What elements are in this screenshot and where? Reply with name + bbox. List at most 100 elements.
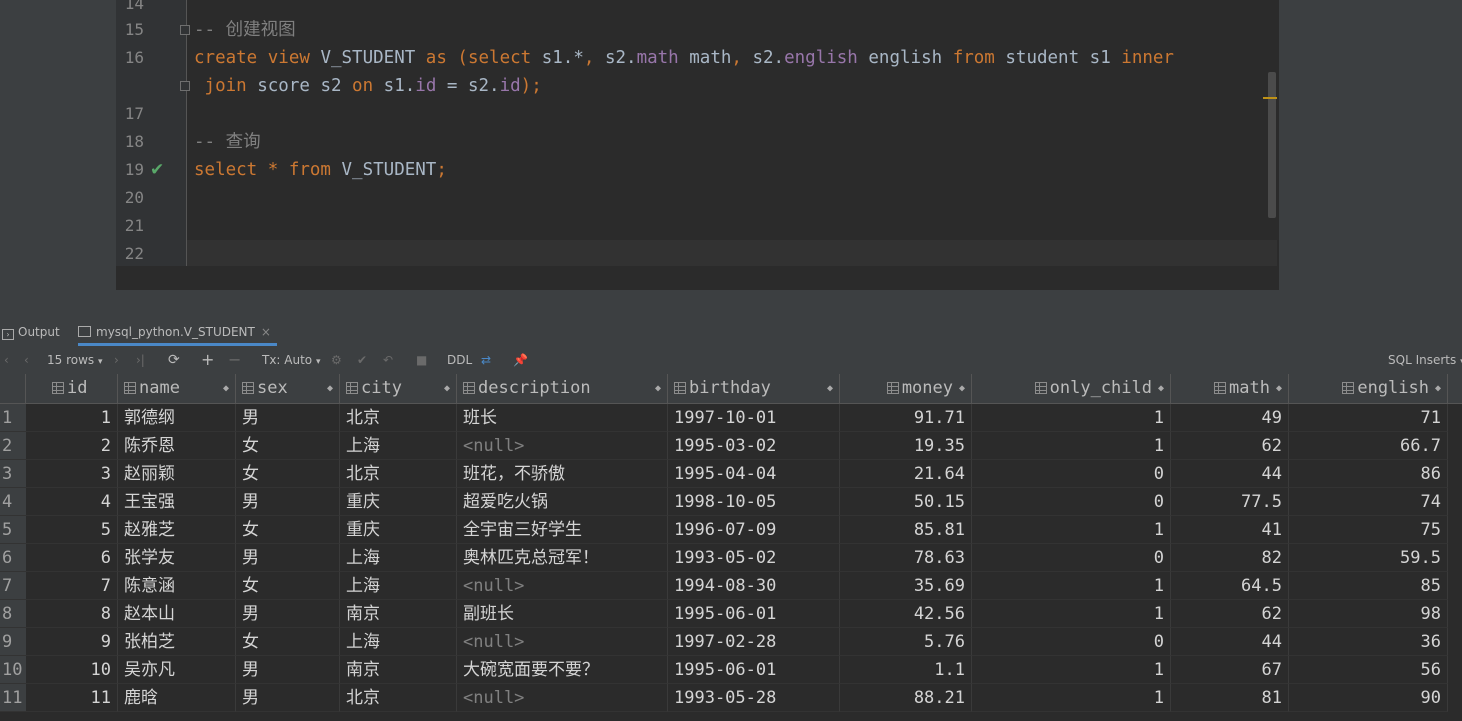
first-page-icon[interactable]: ‹ xyxy=(4,346,9,374)
cell-id[interactable]: 1 xyxy=(26,404,118,432)
cell-city[interactable]: 重庆 xyxy=(340,516,457,544)
cell-description[interactable]: <null> xyxy=(457,684,668,712)
table-row[interactable]: 2 2 陈乔恩女上海 <null> 1995-03-02 19.35 1 62 66.7 xyxy=(0,432,1462,460)
cell-name[interactable]: 陈乔恩 xyxy=(118,432,236,460)
cell-city[interactable]: 重庆 xyxy=(340,488,457,516)
table-row[interactable]: 8 8 赵本山男南京 副班长 1995-06-01 42.56 1 62 98 xyxy=(0,600,1462,628)
table-row[interactable]: 9 9 张柏芝女上海 <null> 1997-02-28 5.76 0 44 36 xyxy=(0,628,1462,656)
cell-name[interactable]: 王宝强 xyxy=(118,488,236,516)
table-row[interactable]: 5 5 赵雅芝女重庆 全宇宙三好学生 1996-07-09 85.81 1 41 75 xyxy=(0,516,1462,544)
row-number[interactable]: 4 xyxy=(0,488,26,516)
sort-icon[interactable]: ◆ xyxy=(444,374,450,403)
cell-birthday[interactable]: 1995-06-01 xyxy=(668,600,840,628)
revert-icon[interactable]: ↶ xyxy=(383,346,393,374)
cell-english[interactable]: 98 xyxy=(1289,600,1448,628)
code-line-16-wrap[interactable]: join score s2 on s1.id = s2.id); xyxy=(194,72,542,100)
export-format-selector[interactable]: SQL Inserts ▾ xyxy=(1388,346,1462,374)
cell-only-child[interactable]: 0 xyxy=(972,488,1171,516)
pin-icon[interactable]: 📌 xyxy=(513,346,528,374)
cell-city[interactable]: 上海 xyxy=(340,544,457,572)
cell-only-child[interactable]: 0 xyxy=(972,544,1171,572)
cell-city[interactable]: 上海 xyxy=(340,572,457,600)
cell-money[interactable]: 1.1 xyxy=(840,656,972,684)
tx-selector[interactable]: Tx: Auto ▾ xyxy=(262,346,321,374)
cell-city[interactable]: 南京 xyxy=(340,656,457,684)
cell-birthday[interactable]: 1997-10-01 xyxy=(668,404,840,432)
cell-city[interactable]: 上海 xyxy=(340,432,457,460)
cell-only-child[interactable]: 1 xyxy=(972,516,1171,544)
cell-math[interactable]: 62 xyxy=(1171,600,1289,628)
cell-money[interactable]: 50.15 xyxy=(840,488,972,516)
panel-splitter[interactable] xyxy=(0,290,1462,319)
cell-only-child[interactable]: 0 xyxy=(972,460,1171,488)
cell-name[interactable]: 张柏芝 xyxy=(118,628,236,656)
cell-description[interactable]: 大碗宽面要不要？ xyxy=(457,656,668,684)
cell-birthday[interactable]: 1998-10-05 xyxy=(668,488,840,516)
row-number[interactable]: 10 xyxy=(0,656,26,684)
cell-sex[interactable]: 男 xyxy=(236,656,340,684)
row-number[interactable]: 5 xyxy=(0,516,26,544)
row-number[interactable]: 7 xyxy=(0,572,26,600)
cell-birthday[interactable]: 1995-04-04 xyxy=(668,460,840,488)
cell-math[interactable]: 64.5 xyxy=(1171,572,1289,600)
code-line-16[interactable]: create view V_STUDENT as (select s1.*, s… xyxy=(194,44,1174,72)
cell-description[interactable]: 副班长 xyxy=(457,600,668,628)
cell-id[interactable]: 6 xyxy=(26,544,118,572)
cell-sex[interactable]: 女 xyxy=(236,516,340,544)
column-header-city[interactable]: city ◆ xyxy=(340,374,457,403)
cell-only-child[interactable]: 1 xyxy=(972,656,1171,684)
table-row[interactable]: 4 4 王宝强男重庆 超爱吃火锅 1998-10-05 50.15 0 77.5 74 xyxy=(0,488,1462,516)
cell-city[interactable]: 南京 xyxy=(340,600,457,628)
column-header-english[interactable]: english ◆ xyxy=(1289,374,1448,403)
cell-money[interactable]: 42.56 xyxy=(840,600,972,628)
cell-id[interactable]: 4 xyxy=(26,488,118,516)
cell-name[interactable]: 陈意涵 xyxy=(118,572,236,600)
table-row[interactable]: 10 10 吴亦凡男南京 大碗宽面要不要？ 1995-06-01 1.1 1 67 56 xyxy=(0,656,1462,684)
cell-birthday[interactable]: 1995-03-02 xyxy=(668,432,840,460)
cell-sex[interactable]: 男 xyxy=(236,404,340,432)
cell-english[interactable]: 71 xyxy=(1289,404,1448,432)
cell-english[interactable]: 75 xyxy=(1289,516,1448,544)
cell-only-child[interactable]: 1 xyxy=(972,432,1171,460)
code-line-18[interactable]: -- 查询 xyxy=(194,128,261,156)
row-number[interactable]: 9 xyxy=(0,628,26,656)
cell-only-child[interactable]: 1 xyxy=(972,684,1171,712)
cell-sex[interactable]: 男 xyxy=(236,488,340,516)
tab-output[interactable]: › Output xyxy=(2,318,60,346)
cell-city[interactable]: 北京 xyxy=(340,460,457,488)
cell-id[interactable]: 11 xyxy=(26,684,118,712)
table-row[interactable]: 11 11 鹿晗男北京 <null> 1993-05-28 88.21 1 81 90 xyxy=(0,684,1462,712)
sort-icon[interactable]: ◆ xyxy=(1276,374,1282,403)
column-header-description[interactable]: description ◆ xyxy=(457,374,668,403)
compare-icon[interactable]: ⇄ xyxy=(481,346,491,374)
cell-city[interactable]: 上海 xyxy=(340,628,457,656)
cell-name[interactable]: 张学友 xyxy=(118,544,236,572)
sort-icon[interactable]: ◆ xyxy=(959,374,965,403)
cell-id[interactable]: 9 xyxy=(26,628,118,656)
ddl-button[interactable]: DDL xyxy=(447,346,472,374)
column-header-math[interactable]: math ◆ xyxy=(1171,374,1289,403)
cell-id[interactable]: 3 xyxy=(26,460,118,488)
row-number[interactable]: 6 xyxy=(0,544,26,572)
close-icon[interactable]: × xyxy=(261,325,271,339)
cell-money[interactable]: 78.63 xyxy=(840,544,972,572)
cell-money[interactable]: 88.21 xyxy=(840,684,972,712)
delete-row-icon[interactable]: − xyxy=(228,346,241,374)
cell-name[interactable]: 赵丽颖 xyxy=(118,460,236,488)
cell-sex[interactable]: 女 xyxy=(236,572,340,600)
cell-description[interactable]: 全宇宙三好学生 xyxy=(457,516,668,544)
column-header-name[interactable]: name ◆ xyxy=(118,374,236,403)
cell-english[interactable]: 86 xyxy=(1289,460,1448,488)
editor-scrollbar[interactable] xyxy=(1268,72,1276,218)
column-header-birthday[interactable]: birthday ◆ xyxy=(668,374,840,403)
cell-math[interactable]: 77.5 xyxy=(1171,488,1289,516)
cell-description[interactable]: 奥林匹克总冠军！ xyxy=(457,544,668,572)
cell-money[interactable]: 5.76 xyxy=(840,628,972,656)
cell-only-child[interactable]: 1 xyxy=(972,572,1171,600)
cell-name[interactable]: 吴亦凡 xyxy=(118,656,236,684)
row-number[interactable]: 2 xyxy=(0,432,26,460)
cell-math[interactable]: 44 xyxy=(1171,460,1289,488)
cell-english[interactable]: 90 xyxy=(1289,684,1448,712)
cell-id[interactable]: 10 xyxy=(26,656,118,684)
cell-description[interactable]: 超爱吃火锅 xyxy=(457,488,668,516)
